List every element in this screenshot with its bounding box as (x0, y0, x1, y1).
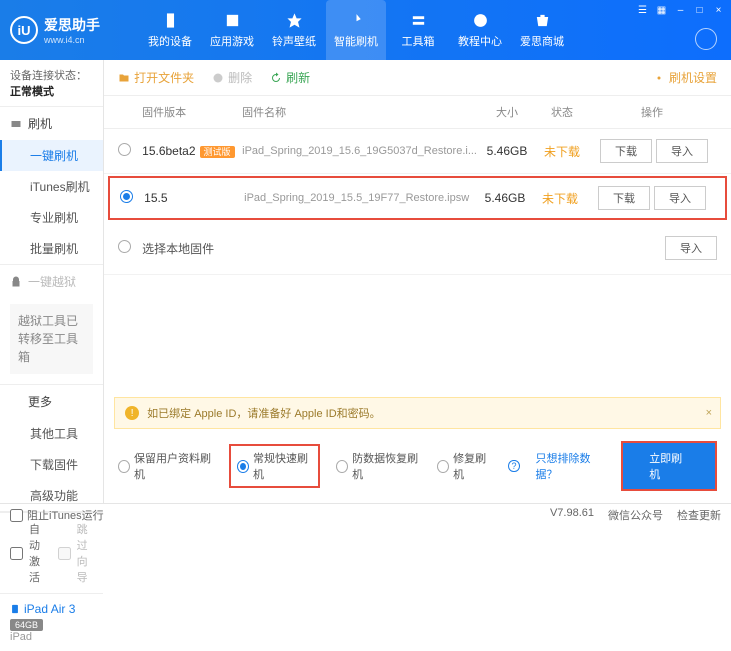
nav-4[interactable]: 工具箱 (388, 0, 448, 60)
import-local-button[interactable]: 导入 (665, 236, 717, 260)
sidebar-item-downloadfw[interactable]: 下载固件 (0, 449, 103, 480)
nav-3[interactable]: 智能刷机 (326, 0, 386, 60)
sidebar-item-batch[interactable]: 批量刷机 (0, 233, 103, 264)
maximize-icon[interactable]: □ (693, 4, 706, 17)
mode-anti-recover[interactable]: 防数据恢复刷机 (336, 450, 421, 482)
nav-6[interactable]: 爱思商城 (512, 0, 572, 60)
download-button[interactable]: 下载 (598, 186, 650, 210)
sidebar: 设备连接状态：正常模式 刷机 一键刷机 iTunes刷机 专业刷机 批量刷机 一… (0, 60, 104, 503)
wechat-link[interactable]: 微信公众号 (608, 507, 663, 523)
warning-icon: ! (125, 406, 139, 420)
sidebar-item-oneclick[interactable]: 一键刷机 (0, 140, 103, 171)
connection-status: 设备连接状态：正常模式 (0, 60, 103, 107)
flash-settings-button[interactable]: 刷机设置 (653, 69, 717, 86)
app-logo: iU 爱思助手 www.i4.cn (10, 15, 140, 45)
flash-now-button[interactable]: 立即刷机 (621, 441, 717, 491)
main-panel: 打开文件夹 删除 刷新 刷机设置 固件版本 固件名称 大小 状态 操作 15.6… (104, 60, 731, 503)
nav-2[interactable]: 铃声壁纸 (264, 0, 324, 60)
jailbreak-moved-tip: 越狱工具已转移至工具箱 (10, 304, 93, 374)
lock-icon (10, 276, 22, 288)
open-folder-button[interactable]: 打开文件夹 (118, 69, 194, 86)
table-header: 固件版本 固件名称 大小 状态 操作 (104, 96, 731, 129)
app-version: V7.98.61 (550, 507, 594, 523)
mode-keep-data[interactable]: 保留用户资料刷机 (118, 450, 213, 482)
grid-icon[interactable]: ▦ (655, 4, 668, 17)
radio-row[interactable] (118, 143, 131, 156)
device-info[interactable]: iPad Air 3 64GB iPad (0, 593, 103, 651)
app-name: 爱思助手 (44, 15, 100, 35)
minimize-icon[interactable]: – (674, 4, 687, 17)
sidebar-item-othertools[interactable]: 其他工具 (0, 418, 103, 449)
sidebar-item-itunes[interactable]: iTunes刷机 (0, 171, 103, 202)
toolbar: 打开文件夹 删除 刷新 刷机设置 (104, 60, 731, 96)
nav-5[interactable]: 教程中心 (450, 0, 510, 60)
warning-close-icon[interactable]: × (706, 407, 712, 419)
sidebar-section-more[interactable]: 更多 (0, 385, 103, 418)
delete-button: 删除 (212, 69, 252, 86)
close-icon[interactable]: × (712, 4, 725, 17)
nav-0[interactable]: 我的设备 (140, 0, 200, 60)
local-firmware-row[interactable]: 选择本地固件 导入 (104, 222, 731, 275)
list-icon (10, 396, 22, 408)
gear-icon (653, 72, 665, 84)
skip-guide-checkbox (58, 547, 71, 560)
logo-icon: iU (10, 16, 38, 44)
delete-icon (212, 72, 224, 84)
info-icon[interactable]: ? (508, 460, 519, 472)
sidebar-item-pro[interactable]: 专业刷机 (0, 202, 103, 233)
import-button[interactable]: 导入 (654, 186, 706, 210)
radio-row[interactable] (120, 190, 133, 203)
sidebar-section-jailbreak[interactable]: 一键越狱 (0, 265, 103, 298)
download-badge-icon[interactable] (695, 28, 717, 50)
appleid-warning: ! 如已绑定 Apple ID，请准备好 Apple ID和密码。 × (114, 397, 721, 429)
menu-icon[interactable]: ☰ (636, 4, 649, 17)
import-button[interactable]: 导入 (656, 139, 708, 163)
flash-mode-row: 保留用户资料刷机 常规快速刷机 防数据恢复刷机 修复刷机 ? 只想排除数据？ 立… (104, 429, 731, 503)
block-itunes-checkbox[interactable] (10, 509, 23, 522)
sidebar-section-flash[interactable]: 刷机 (0, 107, 103, 140)
auto-activate-checkbox[interactable] (10, 547, 23, 560)
exclude-data-link[interactable]: 只想排除数据？ (536, 450, 606, 482)
main-nav: 我的设备应用游戏铃声壁纸智能刷机工具箱教程中心爱思商城 (140, 0, 572, 60)
firmware-row[interactable]: 15.6beta2测试版iPad_Spring_2019_15.6_19G503… (104, 129, 731, 174)
tablet-icon (10, 602, 20, 616)
radio-local[interactable] (118, 240, 131, 253)
wrench-icon (10, 118, 22, 130)
folder-icon (118, 72, 130, 84)
window-controls: ☰ ▦ – □ × (636, 4, 725, 17)
status-bar: 阻止iTunes运行 V7.98.61 微信公众号 检查更新 (0, 503, 731, 526)
nav-1[interactable]: 应用游戏 (202, 0, 262, 60)
download-button[interactable]: 下载 (600, 139, 652, 163)
mode-repair[interactable]: 修复刷机 (437, 450, 492, 482)
app-url: www.i4.cn (44, 35, 100, 45)
mode-fast[interactable]: 常规快速刷机 (229, 444, 320, 488)
refresh-icon (270, 72, 282, 84)
firmware-rows: 15.6beta2测试版iPad_Spring_2019_15.6_19G503… (104, 129, 731, 222)
check-update-link[interactable]: 检查更新 (677, 507, 721, 523)
app-header: iU 爱思助手 www.i4.cn 我的设备应用游戏铃声壁纸智能刷机工具箱教程中… (0, 0, 731, 60)
firmware-row[interactable]: 15.5iPad_Spring_2019_15.5_19F77_Restore.… (108, 176, 727, 220)
refresh-button[interactable]: 刷新 (270, 69, 310, 86)
